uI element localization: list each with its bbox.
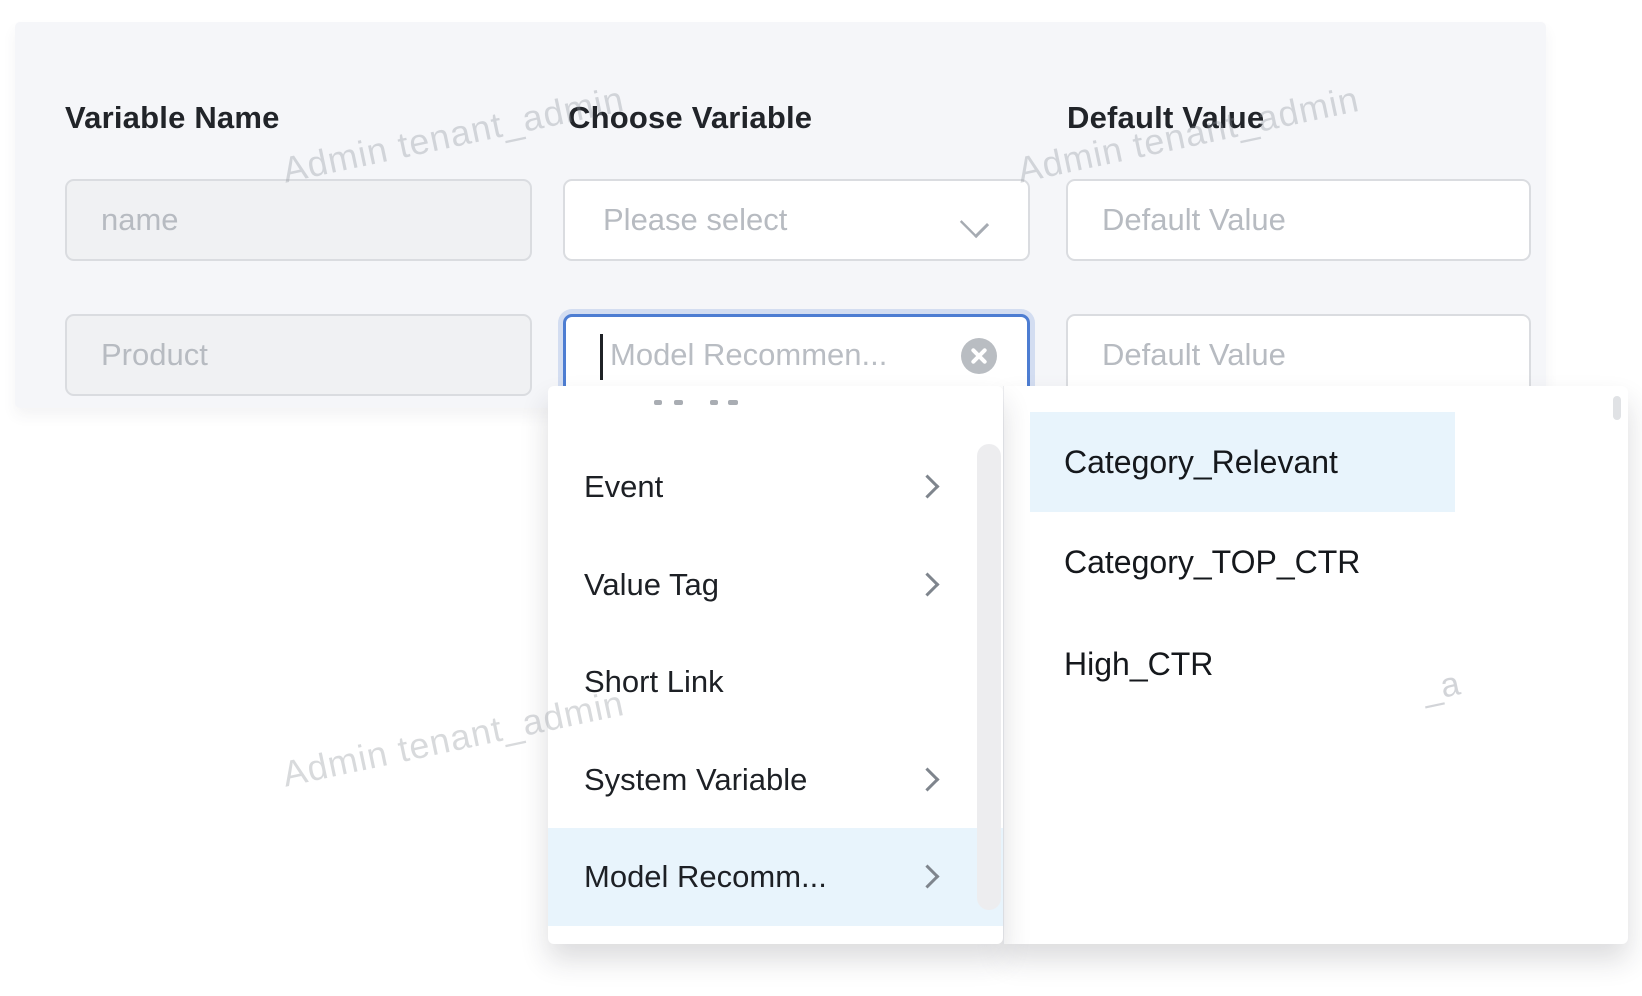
dropdown-item-label: Event <box>584 469 663 505</box>
choose-variable-label: Choose Variable <box>568 100 812 136</box>
clear-selection-icon[interactable] <box>961 338 997 374</box>
default-value-input-row2[interactable] <box>1066 314 1531 396</box>
dropdown-item-model-recommend[interactable]: Model Recomm... <box>548 828 1003 926</box>
choose-variable-select-row2[interactable]: Model Recommen... <box>563 314 1030 396</box>
variable-name-label: Variable Name <box>65 100 280 136</box>
submenu-item-category-top-ctr[interactable]: Category_TOP_CTR <box>1030 512 1455 612</box>
variable-name-input-row2[interactable] <box>65 314 532 396</box>
submenu-item-label: Category_TOP_CTR <box>1064 544 1360 581</box>
dropdown-item-event[interactable]: Event <box>548 438 1003 536</box>
choose-variable-select-row1[interactable]: Please select <box>563 179 1030 261</box>
chevron-right-icon <box>919 575 937 593</box>
dropdown-item-label: Value Tag <box>584 567 719 603</box>
variable-form-panel: Variable Name Choose Variable Default Va… <box>15 22 1546 408</box>
chevron-right-icon <box>919 867 937 885</box>
submenu-item-label: High_CTR <box>1064 646 1213 683</box>
clipped-item-fragment <box>728 400 738 405</box>
default-value-input-row1[interactable] <box>1066 179 1531 261</box>
submenu-item-category-relevant[interactable]: Category_Relevant <box>1030 412 1455 512</box>
submenu-scrollbar-thumb[interactable] <box>1613 396 1621 420</box>
screen: Variable Name Choose Variable Default Va… <box>0 0 1642 996</box>
variable-name-input-row1[interactable] <box>65 179 532 261</box>
variable-type-dropdown: Event Value Tag Short Link System Variab… <box>548 386 1003 944</box>
dropdown-item-label: Model Recomm... <box>584 859 827 895</box>
dropdown-scrollbar-thumb[interactable] <box>977 444 1001 910</box>
chevron-right-icon <box>919 770 937 788</box>
chevron-down-icon <box>962 212 986 236</box>
clipped-item-fragment <box>710 400 718 405</box>
chevron-right-icon <box>919 477 937 495</box>
dropdown-item-short-link[interactable]: Short Link <box>548 633 1003 731</box>
dropdown-item-label: Short Link <box>584 664 724 700</box>
dropdown-item-system-variable[interactable]: System Variable <box>548 731 1003 829</box>
dropdown-item-value-tag[interactable]: Value Tag <box>548 536 1003 634</box>
choose-variable-placeholder-row1: Please select <box>603 202 787 238</box>
variable-options-submenu: Category_Relevant Category_TOP_CTR High_… <box>1003 386 1628 944</box>
text-cursor <box>600 334 603 380</box>
dropdown-item-label: System Variable <box>584 762 807 798</box>
default-value-label: Default Value <box>1067 100 1264 136</box>
clipped-item-fragment <box>654 400 662 405</box>
choose-variable-value-row2: Model Recommen... <box>604 337 887 373</box>
clipped-item-fragment <box>674 400 683 405</box>
submenu-item-label: Category_Relevant <box>1064 444 1338 481</box>
submenu-item-high-ctr[interactable]: High_CTR <box>1030 614 1455 714</box>
